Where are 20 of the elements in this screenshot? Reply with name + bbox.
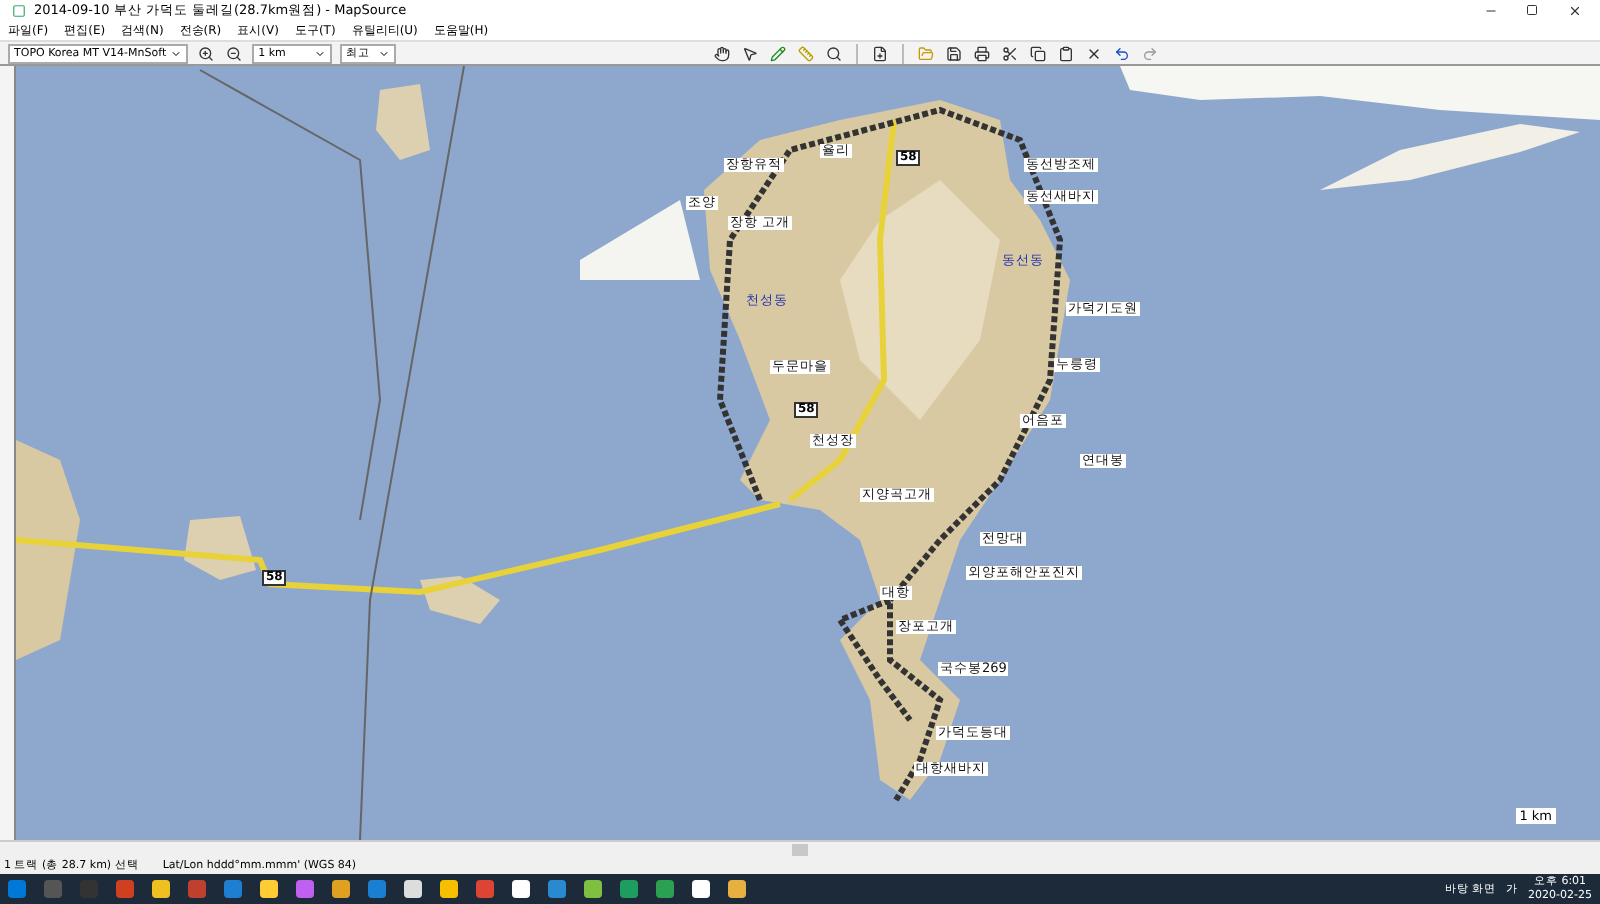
scrollbar-thumb[interactable] — [792, 843, 808, 855]
ruler-icon[interactable] — [796, 43, 817, 63]
search-icon[interactable] — [824, 43, 845, 63]
redo-icon[interactable] — [1140, 43, 1161, 63]
paste-icon[interactable] — [1056, 43, 1077, 63]
new-file-icon[interactable] — [870, 43, 891, 63]
chevron-down-icon — [314, 47, 327, 59]
pointer-icon[interactable] — [740, 43, 761, 63]
chevron-down-icon — [170, 47, 183, 59]
undo-icon[interactable] — [1112, 43, 1133, 63]
zoom-in-icon[interactable] — [196, 43, 217, 63]
pencil-icon[interactable] — [768, 43, 789, 63]
folder-icon[interactable] — [916, 43, 937, 63]
save-icon[interactable] — [944, 43, 965, 63]
copy-icon[interactable] — [1028, 43, 1049, 63]
scissors-icon[interactable] — [1000, 43, 1021, 63]
hand-icon[interactable] — [712, 43, 733, 63]
chevron-down-icon — [378, 47, 391, 59]
printer-icon[interactable] — [972, 43, 993, 63]
zoom-out-icon[interactable] — [224, 43, 245, 63]
